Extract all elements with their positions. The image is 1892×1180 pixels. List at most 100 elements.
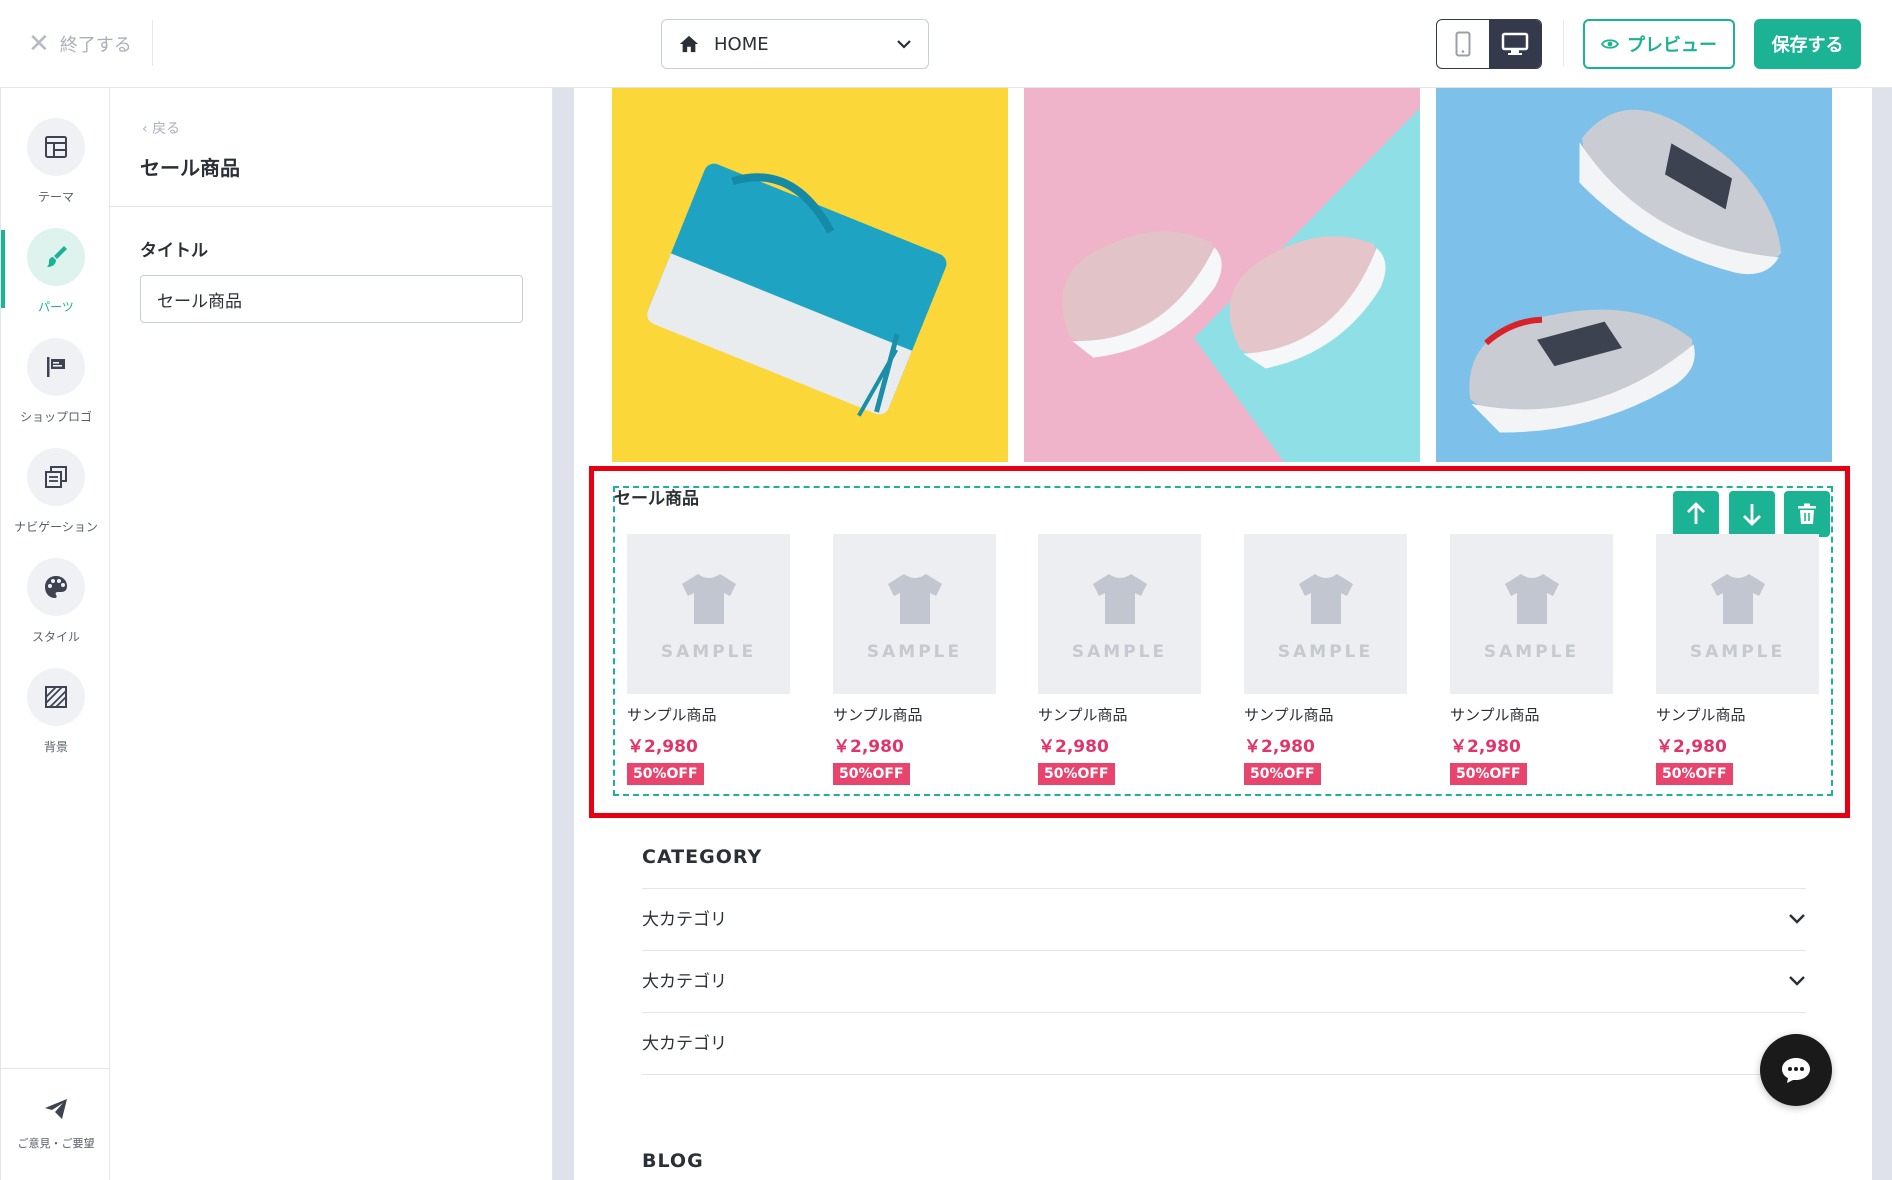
- move-up-button[interactable]: [1673, 491, 1719, 537]
- preview-canvas: セール商品 SAMPLE サンプル商品 ￥2,980 50%OFF SAMPLE…: [574, 88, 1872, 1180]
- product-thumbnail: SAMPLE: [1450, 534, 1613, 694]
- sample-label: SAMPLE: [1277, 642, 1374, 662]
- product-name: サンプル商品: [833, 706, 923, 724]
- sale-section[interactable]: [613, 486, 1833, 796]
- feedback-label: ご意見・ご要望: [17, 1137, 95, 1150]
- sidebar-item-label: スタイル: [31, 630, 80, 644]
- chevron-down-icon: [1789, 976, 1805, 986]
- tshirt-icon: [888, 574, 942, 624]
- product-price: ￥2,980: [627, 737, 698, 757]
- sidebar-item-style[interactable]: スタイル: [1, 558, 111, 658]
- icon-circle: [27, 118, 85, 176]
- trash-icon: [1798, 503, 1816, 524]
- sidebar-item-parts[interactable]: パーツ: [1, 228, 111, 328]
- mobile-view-button[interactable]: [1437, 20, 1489, 68]
- send-icon: [45, 1099, 67, 1119]
- product-name: サンプル商品: [627, 706, 717, 724]
- divider: [152, 20, 153, 66]
- blog-title: BLOG: [642, 1150, 704, 1172]
- title-field-label: タイトル: [140, 241, 208, 261]
- sample-label: SAMPLE: [660, 642, 757, 662]
- discount-badge: 50%OFF: [1244, 763, 1321, 785]
- sample-label: SAMPLE: [1689, 642, 1786, 662]
- sidebar-item-navigation[interactable]: ナビゲーション: [1, 448, 111, 548]
- desktop-icon: [1501, 32, 1529, 55]
- tshirt-icon: [1299, 574, 1353, 624]
- sample-label: SAMPLE: [866, 642, 963, 662]
- icon-circle: [27, 448, 85, 506]
- sidebar-item-label: テーマ: [37, 190, 74, 204]
- product-thumbnail: SAMPLE: [1244, 534, 1407, 694]
- sidebar-item-shop-logo[interactable]: ショップロゴ: [1, 338, 111, 438]
- feedback-button[interactable]: ご意見・ご要望: [1, 1068, 111, 1180]
- discount-badge: 50%OFF: [627, 763, 704, 785]
- product-price: ￥2,980: [1450, 737, 1521, 757]
- chevron-down-icon: [897, 40, 911, 49]
- product-card[interactable]: SAMPLE サンプル商品 ￥2,980 50%OFF: [1656, 534, 1822, 785]
- category-label: 大カテゴリ: [642, 1034, 727, 1054]
- background-pattern-icon: [45, 686, 67, 708]
- tshirt-icon: [682, 574, 736, 624]
- icon-circle: [27, 338, 85, 396]
- category-label: 大カテゴリ: [642, 972, 727, 992]
- product-thumbnail: SAMPLE: [1656, 534, 1819, 694]
- palette-icon: [45, 576, 67, 598]
- category-row[interactable]: 大カテゴリ: [642, 950, 1806, 1012]
- product-name: サンプル商品: [1244, 706, 1334, 724]
- layout-icon: [45, 136, 67, 158]
- sidebar-item-background[interactable]: 背景: [1, 668, 111, 768]
- brush-icon: [47, 246, 67, 267]
- product-price: ￥2,980: [1656, 737, 1727, 757]
- divider: [642, 1074, 1806, 1075]
- category-label: 大カテゴリ: [642, 910, 727, 930]
- discount-badge: 50%OFF: [833, 763, 910, 785]
- hero-image-shoes-blue: [1436, 88, 1832, 462]
- close-icon: ✕: [28, 29, 50, 59]
- preview-label: プレビュー: [1627, 35, 1717, 56]
- exit-button[interactable]: ✕ 終了する: [28, 28, 132, 60]
- chevron-down-icon: [1789, 914, 1805, 924]
- hero-image-shoes-pink: [1024, 88, 1420, 462]
- product-card[interactable]: SAMPLE サンプル商品 ￥2,980 50%OFF: [1038, 534, 1204, 785]
- category-row[interactable]: 大カテゴリ: [642, 888, 1806, 950]
- desktop-view-button[interactable]: [1489, 20, 1541, 68]
- back-link[interactable]: ‹ 戻る: [142, 118, 180, 138]
- icon-circle: [27, 558, 85, 616]
- smartphone-icon: [1455, 31, 1471, 57]
- sidebar-item-theme[interactable]: テーマ: [1, 118, 111, 218]
- product-price: ￥2,980: [1038, 737, 1109, 757]
- tshirt-icon: [1711, 574, 1765, 624]
- product-name: サンプル商品: [1038, 706, 1128, 724]
- panel-title: セール商品: [140, 156, 240, 180]
- product-thumbnail: SAMPLE: [1038, 534, 1201, 694]
- sidebar-item-label: ナビゲーション: [14, 520, 98, 534]
- page-select[interactable]: HOME: [661, 19, 929, 69]
- settings-panel: ‹ 戻る セール商品 タイトル: [110, 88, 553, 1180]
- eye-icon: [1601, 39, 1619, 49]
- discount-badge: 50%OFF: [1450, 763, 1527, 785]
- product-card[interactable]: SAMPLE サンプル商品 ￥2,980 50%OFF: [1450, 534, 1616, 785]
- product-card[interactable]: SAMPLE サンプル商品 ￥2,980 50%OFF: [627, 534, 793, 785]
- sidebar-item-label: 背景: [43, 740, 68, 754]
- product-card[interactable]: SAMPLE サンプル商品 ￥2,980 50%OFF: [833, 534, 999, 785]
- product-price: ￥2,980: [833, 737, 904, 757]
- icon-circle: [27, 668, 85, 726]
- chat-button[interactable]: [1760, 1034, 1832, 1106]
- delete-button[interactable]: [1784, 491, 1830, 537]
- exit-label: 終了する: [59, 35, 132, 56]
- arrow-down-icon: [1743, 504, 1761, 526]
- page-select-value: HOME: [714, 33, 769, 55]
- preview-button[interactable]: プレビュー: [1583, 19, 1735, 69]
- move-down-button[interactable]: [1729, 491, 1775, 537]
- sample-label: SAMPLE: [1483, 642, 1580, 662]
- product-name: サンプル商品: [1450, 706, 1540, 724]
- home-icon: [679, 35, 699, 53]
- product-price: ￥2,980: [1244, 737, 1315, 757]
- sidebar-item-label: パーツ: [38, 300, 74, 314]
- hero-image-bag: [612, 88, 1008, 462]
- save-button[interactable]: 保存する: [1754, 19, 1861, 69]
- product-card[interactable]: SAMPLE サンプル商品 ￥2,980 50%OFF: [1244, 534, 1410, 785]
- category-row[interactable]: 大カテゴリ: [642, 1012, 1806, 1074]
- title-input[interactable]: [140, 275, 523, 323]
- chevron-left-icon: ‹: [142, 121, 148, 137]
